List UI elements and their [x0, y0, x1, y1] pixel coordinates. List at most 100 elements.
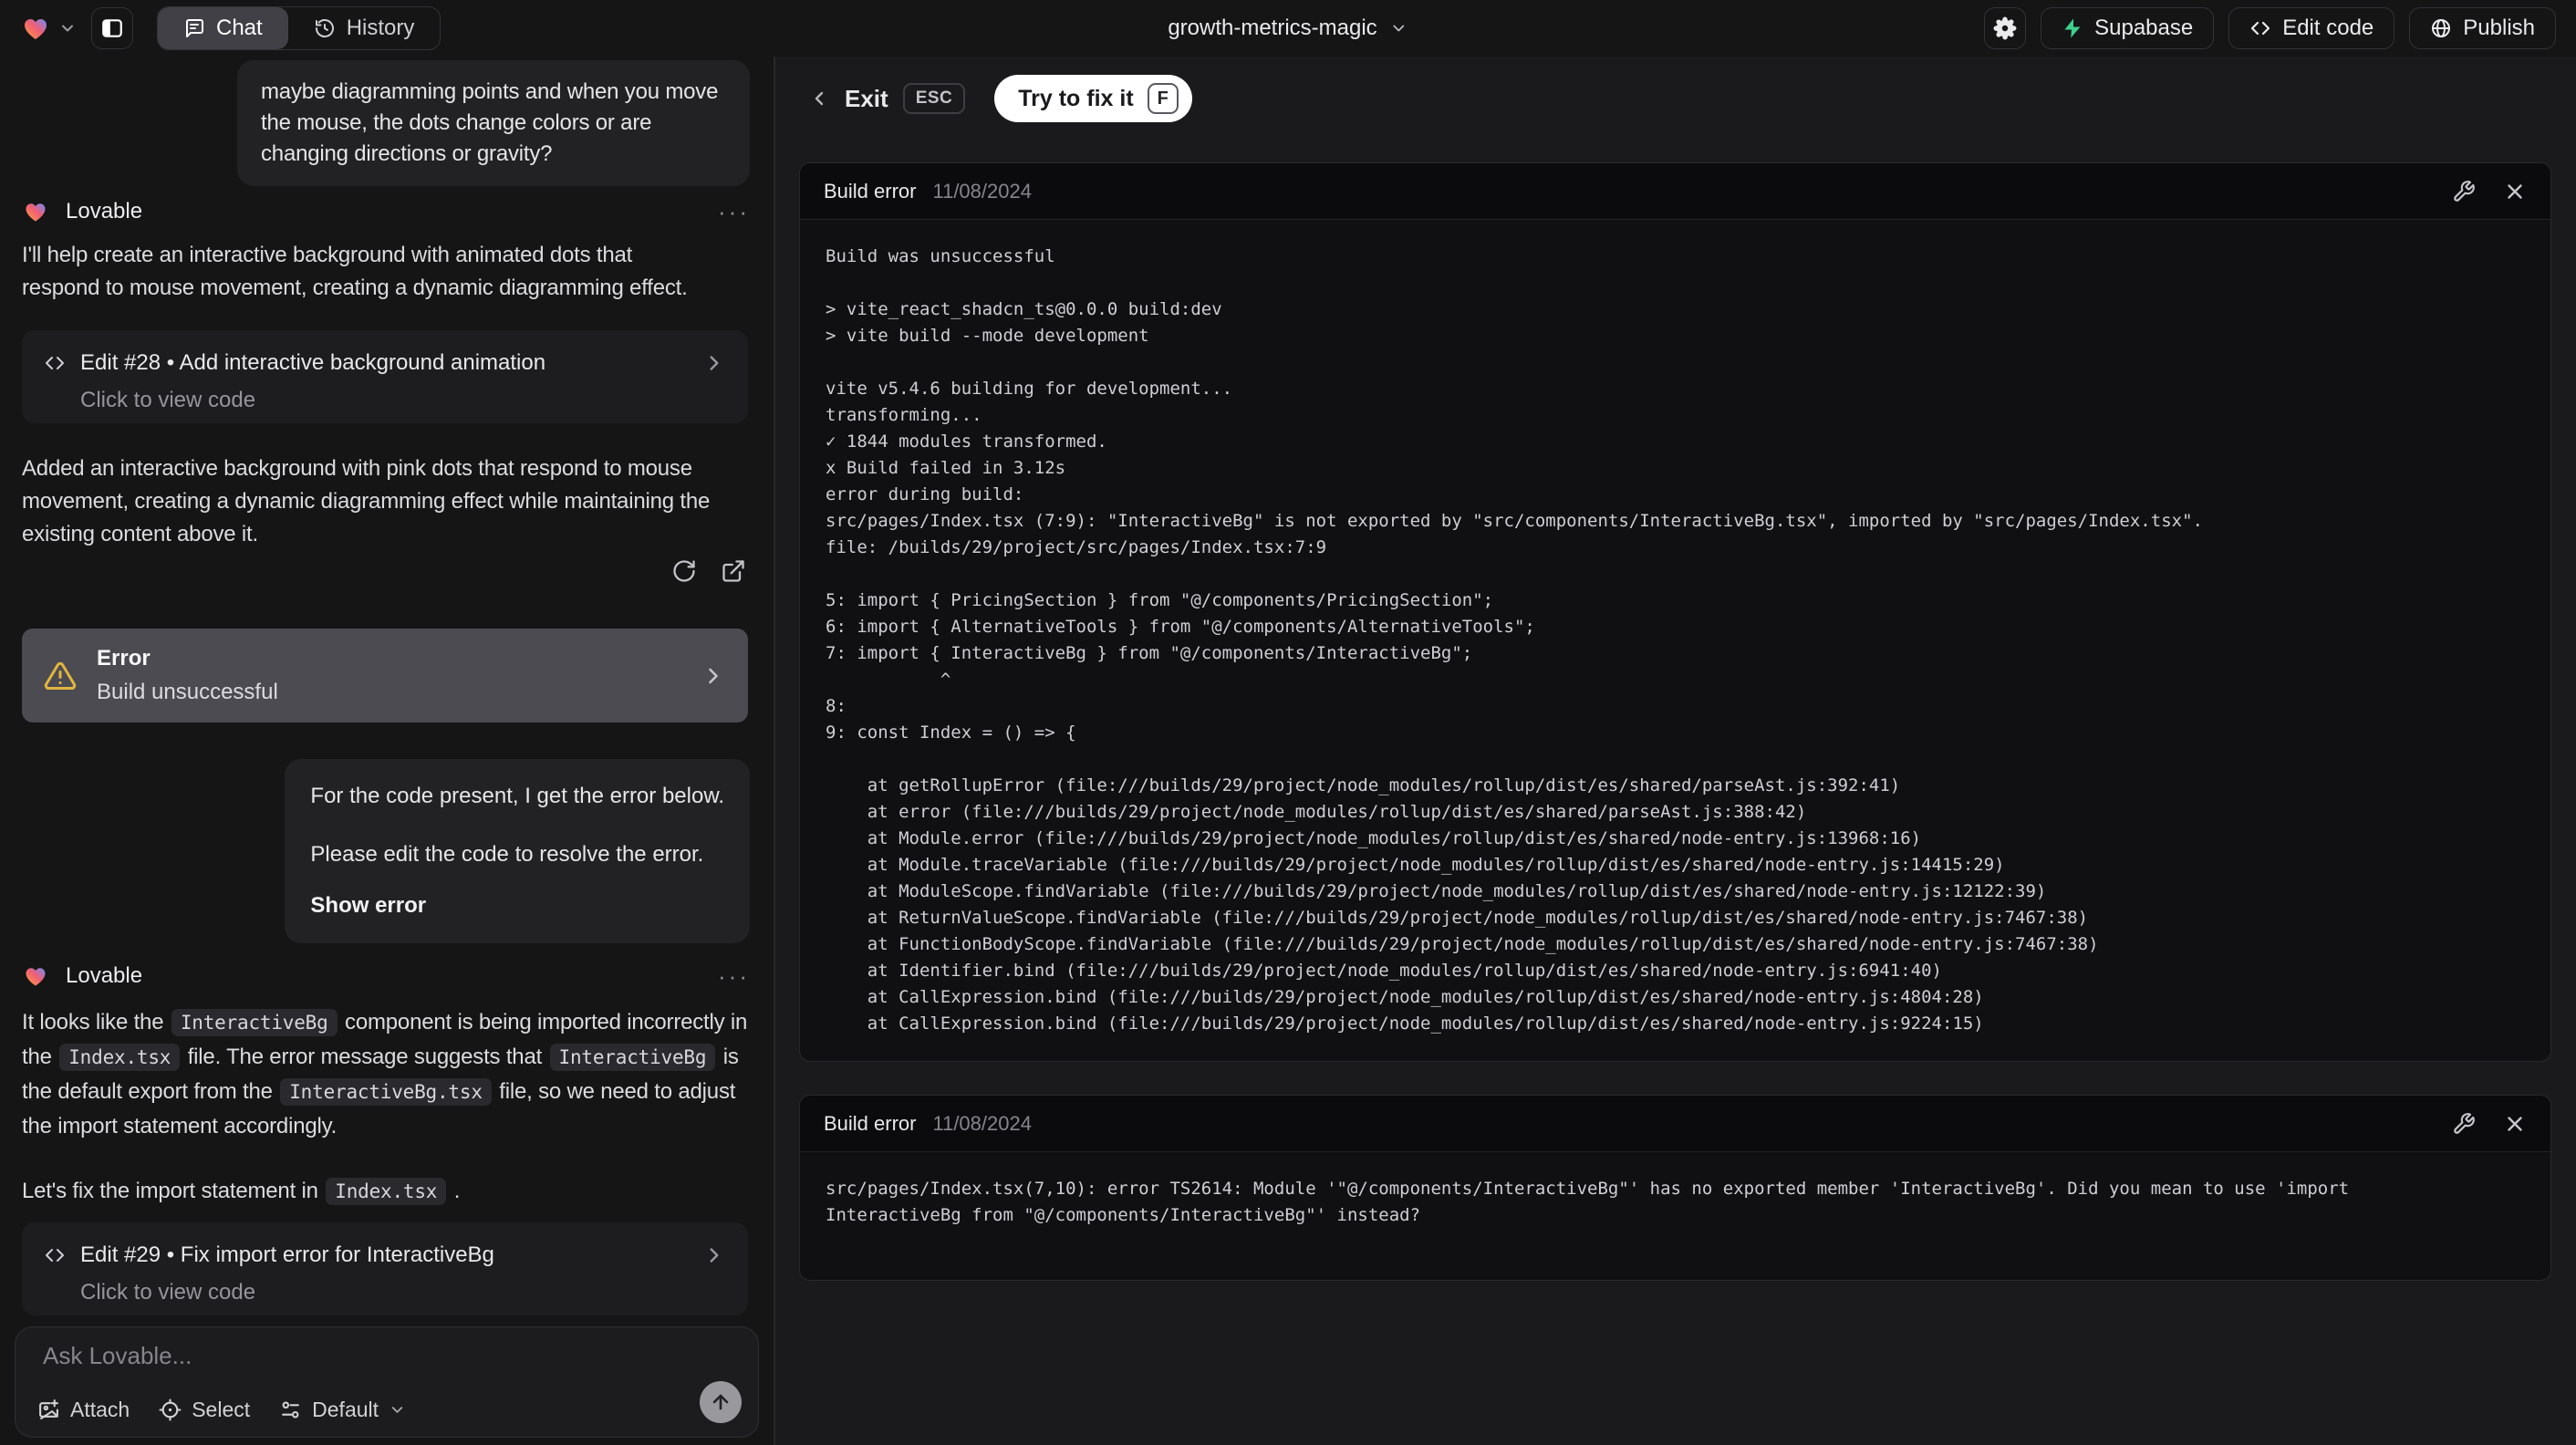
- inline-code: InteractiveBg: [171, 1009, 338, 1036]
- inline-code: Index.tsx: [59, 1044, 181, 1071]
- log-line: Build was unsuccessful: [826, 246, 1055, 266]
- chevron-right-icon: [701, 663, 726, 689]
- log-line: vite v5.4.6 building for development...: [826, 379, 1233, 399]
- edit-card-28[interactable]: Edit #28 • Add interactive background an…: [22, 330, 748, 423]
- message-actions: [671, 558, 746, 584]
- wrench-icon[interactable]: [2452, 1112, 2476, 1136]
- close-icon[interactable]: [2503, 180, 2527, 203]
- composer: Attach Select Default: [15, 1326, 759, 1438]
- user-message: maybe diagramming points and when you mo…: [237, 60, 750, 186]
- build-error-card[interactable]: Error Build unsuccessful: [22, 629, 748, 722]
- build-log-output: src/pages/Index.tsx(7,10): error TS2614:…: [800, 1152, 2550, 1253]
- chat-input[interactable]: [43, 1342, 681, 1382]
- log-line: ^: [826, 670, 951, 690]
- lovable-heart-icon: [22, 963, 49, 989]
- build-error-log-card: Build error 11/08/2024 src/pages/Index.t…: [799, 1095, 2551, 1281]
- sidebar-toggle-button[interactable]: [91, 7, 133, 49]
- settings-button[interactable]: [1984, 7, 2027, 49]
- chevron-down-icon: [58, 19, 77, 37]
- log-line: transforming...: [826, 405, 982, 425]
- lovable-logo-menu[interactable]: [20, 14, 77, 43]
- log-line: 6: import { AlternativeTools } from "@/c…: [826, 617, 1535, 637]
- supabase-label: Supabase: [2094, 16, 2194, 40]
- warning-triangle-icon: [44, 660, 77, 692]
- edit-code-button[interactable]: Edit code: [2228, 7, 2395, 49]
- log-line: at Identifier.bind (file:///builds/29/pr…: [826, 961, 1942, 981]
- assistant-name: Lovable: [66, 963, 143, 988]
- log-line: ✓ 1844 modules transformed.: [826, 431, 1107, 452]
- code-icon: [2249, 17, 2271, 39]
- tab-history[interactable]: History: [288, 7, 441, 49]
- user-message-line: For the code present, I get the error be…: [310, 784, 724, 808]
- code-icon: [44, 1244, 66, 1266]
- error-card-title: Error: [97, 646, 151, 671]
- wrench-icon[interactable]: [2452, 180, 2476, 203]
- chevron-right-icon: [702, 351, 726, 375]
- exit-button[interactable]: Exit ESC: [808, 83, 966, 114]
- edit-card-subtitle: Click to view code: [80, 1280, 256, 1305]
- send-button[interactable]: [700, 1381, 742, 1423]
- fix-button-label: Try to fix it: [1018, 85, 1134, 111]
- tab-chat-label: Chat: [216, 16, 263, 40]
- log-line: error during build:: [826, 484, 1024, 504]
- sliders-icon: [279, 1398, 302, 1421]
- log-line: at Module.traceVariable (file:///builds/…: [826, 855, 2005, 875]
- log-line: file: /builds/29/project/src/pages/Index…: [826, 537, 1327, 557]
- edit-card-29[interactable]: Edit #29 • Fix import error for Interact…: [22, 1222, 748, 1315]
- supabase-icon: [2062, 17, 2083, 39]
- build-log-output: Build was unsuccessful > vite_react_shad…: [800, 220, 2550, 1061]
- inline-code: Index.tsx: [326, 1178, 447, 1205]
- tab-history-label: History: [346, 16, 415, 40]
- log-line: at ReturnValueScope.findVariable (file:/…: [826, 908, 2089, 928]
- edit-card-title: Edit #29 • Fix import error for Interact…: [80, 1242, 494, 1267]
- attach-button[interactable]: Attach: [37, 1398, 130, 1422]
- log-line: > vite_react_shadcn_ts@0.0.0 build:dev: [826, 299, 1222, 319]
- chevron-down-icon: [1390, 19, 1408, 37]
- user-message: For the code present, I get the error be…: [285, 759, 750, 943]
- error-overlay-panel: Exit ESC Try to fix it F Build error 11/…: [774, 57, 2576, 1445]
- show-error-link[interactable]: Show error: [310, 892, 724, 920]
- select-button[interactable]: Select: [159, 1398, 250, 1422]
- lovable-heart-icon: [20, 14, 51, 43]
- log-line: InteractiveBg from "@/components/Interac…: [826, 1205, 1421, 1225]
- try-to-fix-button[interactable]: Try to fix it F: [994, 75, 1192, 122]
- external-link-icon[interactable]: [721, 558, 746, 584]
- assistant-name: Lovable: [66, 199, 143, 224]
- gear-icon: [1993, 16, 2017, 40]
- history-icon: [314, 17, 336, 39]
- log-line: at ModuleScope.findVariable (file:///bui…: [826, 881, 2047, 901]
- topbar: Chat History growth-metrics-magic Supaba…: [0, 0, 2576, 57]
- refresh-icon[interactable]: [671, 558, 697, 584]
- log-line: 5: import { PricingSection } from "@/com…: [826, 590, 1494, 610]
- log-line: > vite build --mode development: [826, 326, 1149, 346]
- more-options-icon[interactable]: ···: [718, 198, 750, 226]
- publish-button[interactable]: Publish: [2409, 7, 2556, 49]
- chat-panel: maybe diagramming points and when you mo…: [0, 57, 774, 1445]
- more-options-icon[interactable]: ···: [718, 962, 750, 991]
- f-key-badge: F: [1147, 83, 1179, 114]
- supabase-button[interactable]: Supabase: [2041, 7, 2215, 49]
- exit-label: Exit: [845, 84, 888, 112]
- inline-code: InteractiveBg.tsx: [280, 1078, 492, 1106]
- assistant-message: I'll help create an interactive backgrou…: [22, 243, 688, 300]
- publish-label: Publish: [2463, 16, 2535, 40]
- log-card-title: Build error: [824, 1111, 917, 1135]
- project-selector[interactable]: growth-metrics-magic: [1168, 0, 1407, 57]
- log-line: src/pages/Index.tsx(7,10): error TS2614:…: [826, 1179, 2350, 1199]
- panel-left-icon: [100, 16, 124, 40]
- log-line: 8:: [826, 696, 847, 716]
- log-line: at CallExpression.bind (file:///builds/2…: [826, 987, 1984, 1007]
- chevron-right-icon: [702, 1243, 726, 1267]
- project-name: growth-metrics-magic: [1168, 16, 1377, 40]
- lovable-heart-icon: [22, 199, 49, 224]
- close-icon[interactable]: [2503, 1112, 2527, 1136]
- edit-card-subtitle: Click to view code: [80, 388, 256, 412]
- code-icon: [44, 352, 66, 374]
- assistant-message: Added an interactive background with pin…: [22, 456, 711, 546]
- mode-selector[interactable]: Default: [279, 1398, 406, 1422]
- tab-chat[interactable]: Chat: [158, 7, 288, 49]
- edit-code-label: Edit code: [2282, 16, 2374, 40]
